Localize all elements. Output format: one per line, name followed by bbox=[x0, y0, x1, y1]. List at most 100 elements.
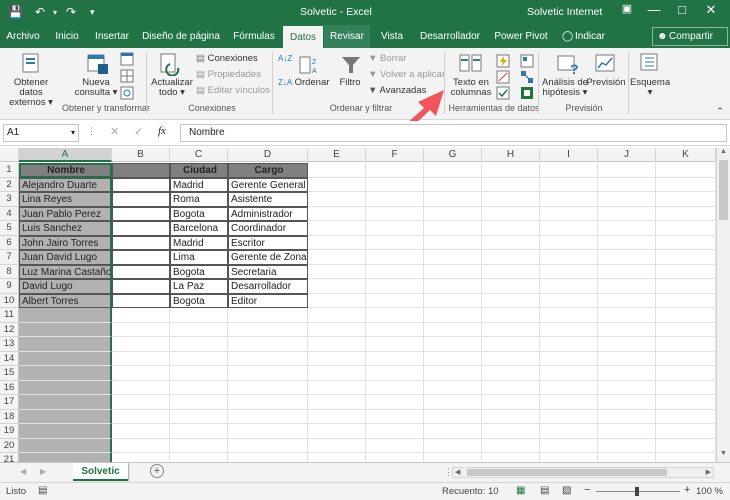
undo-dropdown-icon[interactable]: ▾ bbox=[53, 8, 57, 17]
cell-i4[interactable] bbox=[540, 206, 598, 221]
add-sheet-icon[interactable]: + bbox=[150, 464, 164, 478]
cell-g11[interactable] bbox=[424, 308, 482, 323]
cell-k6[interactable] bbox=[656, 235, 716, 250]
cell-i12[interactable] bbox=[540, 322, 598, 337]
cell-c12[interactable] bbox=[170, 322, 228, 337]
cell-a10[interactable]: Albert Torres bbox=[19, 293, 112, 308]
row-header-7[interactable]: 7 bbox=[0, 250, 19, 265]
row-header-15[interactable]: 15 bbox=[0, 366, 19, 381]
cell-h19[interactable] bbox=[482, 424, 540, 439]
insert-function-icon[interactable]: fx bbox=[158, 125, 166, 137]
cell-k5[interactable] bbox=[656, 221, 716, 236]
cell-j9[interactable] bbox=[598, 279, 656, 294]
cell-k16[interactable] bbox=[656, 380, 716, 395]
customize-qat-icon[interactable]: ▾ bbox=[90, 7, 95, 18]
reapply-button[interactable]: ▼ Volver a aplicar bbox=[368, 70, 448, 80]
new-query-button[interactable]: Nueva consulta ▾ bbox=[72, 78, 120, 98]
cell-e17[interactable] bbox=[308, 395, 366, 410]
cell-c8[interactable]: Bogota bbox=[170, 264, 228, 279]
data-validation-icon[interactable] bbox=[496, 86, 510, 100]
formula-input[interactable]: Nombre bbox=[180, 124, 727, 142]
cell-g18[interactable] bbox=[424, 409, 482, 424]
tab-archivo[interactable]: Archivo bbox=[0, 25, 46, 48]
page-layout-view-icon[interactable]: ▤ bbox=[540, 485, 549, 496]
page-break-view-icon[interactable]: ▧ bbox=[562, 485, 571, 496]
cell-c16[interactable] bbox=[170, 380, 228, 395]
cell-i20[interactable] bbox=[540, 438, 598, 453]
row-header-14[interactable]: 14 bbox=[0, 351, 19, 366]
cell-h4[interactable] bbox=[482, 206, 540, 221]
row-header-3[interactable]: 3 bbox=[0, 192, 19, 207]
row-header-11[interactable]: 11 bbox=[0, 308, 19, 323]
row-header-16[interactable]: 16 bbox=[0, 380, 19, 395]
cell-b13[interactable] bbox=[112, 337, 170, 352]
cell-d4[interactable]: Administrador bbox=[228, 206, 308, 221]
cell-f18[interactable] bbox=[366, 409, 424, 424]
cell-e19[interactable] bbox=[308, 424, 366, 439]
cell-e11[interactable] bbox=[308, 308, 366, 323]
cell-k20[interactable] bbox=[656, 438, 716, 453]
row-header-20[interactable]: 20 bbox=[0, 438, 19, 453]
cell-i10[interactable] bbox=[540, 293, 598, 308]
sort-az-icon[interactable]: A↓Z bbox=[278, 54, 292, 64]
cell-j15[interactable] bbox=[598, 366, 656, 381]
cell-i5[interactable] bbox=[540, 221, 598, 236]
cell-e20[interactable] bbox=[308, 438, 366, 453]
cell-g8[interactable] bbox=[424, 264, 482, 279]
cell-i15[interactable] bbox=[540, 366, 598, 381]
cell-d17[interactable] bbox=[228, 395, 308, 410]
undo-icon[interactable]: ↶ bbox=[35, 5, 45, 19]
cell-j2[interactable] bbox=[598, 177, 656, 192]
relationships-icon[interactable] bbox=[520, 70, 534, 84]
cell-a14[interactable] bbox=[19, 351, 112, 366]
cell-a1[interactable]: Nombre bbox=[19, 163, 112, 178]
close-icon[interactable]: ✕ bbox=[700, 2, 722, 22]
cell-b10[interactable] bbox=[112, 293, 170, 308]
cell-h10[interactable] bbox=[482, 293, 540, 308]
cell-i8[interactable] bbox=[540, 264, 598, 279]
cell-h12[interactable] bbox=[482, 322, 540, 337]
cell-c11[interactable] bbox=[170, 308, 228, 323]
name-box[interactable]: A1 ▾ bbox=[3, 124, 79, 142]
cell-d15[interactable] bbox=[228, 366, 308, 381]
enter-icon[interactable]: ✓ bbox=[134, 125, 143, 138]
cell-a5[interactable]: Luis Sanchez bbox=[19, 221, 112, 236]
cell-e1[interactable] bbox=[308, 163, 366, 178]
cell-h18[interactable] bbox=[482, 409, 540, 424]
cell-i11[interactable] bbox=[540, 308, 598, 323]
sheet-tab-solvetic[interactable]: Solvetic bbox=[73, 463, 128, 481]
cell-k18[interactable] bbox=[656, 409, 716, 424]
cell-f13[interactable] bbox=[366, 337, 424, 352]
cell-d16[interactable] bbox=[228, 380, 308, 395]
cell-c13[interactable] bbox=[170, 337, 228, 352]
tab-revisar[interactable]: Revisar bbox=[324, 25, 370, 48]
outline-button[interactable]: Esquema ▾ bbox=[630, 78, 670, 98]
cell-b4[interactable] bbox=[112, 206, 170, 221]
tab-formulas[interactable]: Fórmulas bbox=[226, 25, 282, 48]
cancel-icon[interactable]: ✕ bbox=[110, 125, 119, 138]
properties-button[interactable]: ▤ Propiedades bbox=[196, 70, 266, 80]
cell-i17[interactable] bbox=[540, 395, 598, 410]
cell-c1[interactable]: Ciudad bbox=[170, 163, 228, 178]
connections-button[interactable]: ▤ Conexiones bbox=[196, 54, 266, 64]
cell-c3[interactable]: Roma bbox=[170, 192, 228, 207]
cell-k11[interactable] bbox=[656, 308, 716, 323]
cell-a20[interactable] bbox=[19, 438, 112, 453]
cell-j20[interactable] bbox=[598, 438, 656, 453]
cell-c10[interactable]: Bogota bbox=[170, 293, 228, 308]
cell-b14[interactable] bbox=[112, 351, 170, 366]
row-header-21[interactable]: 21 bbox=[0, 453, 19, 462]
cell-f16[interactable] bbox=[366, 380, 424, 395]
cell-e14[interactable] bbox=[308, 351, 366, 366]
cell-a16[interactable] bbox=[19, 380, 112, 395]
cell-f17[interactable] bbox=[366, 395, 424, 410]
cell-b12[interactable] bbox=[112, 322, 170, 337]
cell-h1[interactable] bbox=[482, 163, 540, 178]
cell-c9[interactable]: La Paz bbox=[170, 279, 228, 294]
cell-g4[interactable] bbox=[424, 206, 482, 221]
name-box-dropdown-icon[interactable]: ▾ bbox=[71, 125, 75, 141]
cell-a15[interactable] bbox=[19, 366, 112, 381]
sort-za-icon[interactable]: Z↓A bbox=[278, 78, 292, 88]
cell-j12[interactable] bbox=[598, 322, 656, 337]
cell-b5[interactable] bbox=[112, 221, 170, 236]
